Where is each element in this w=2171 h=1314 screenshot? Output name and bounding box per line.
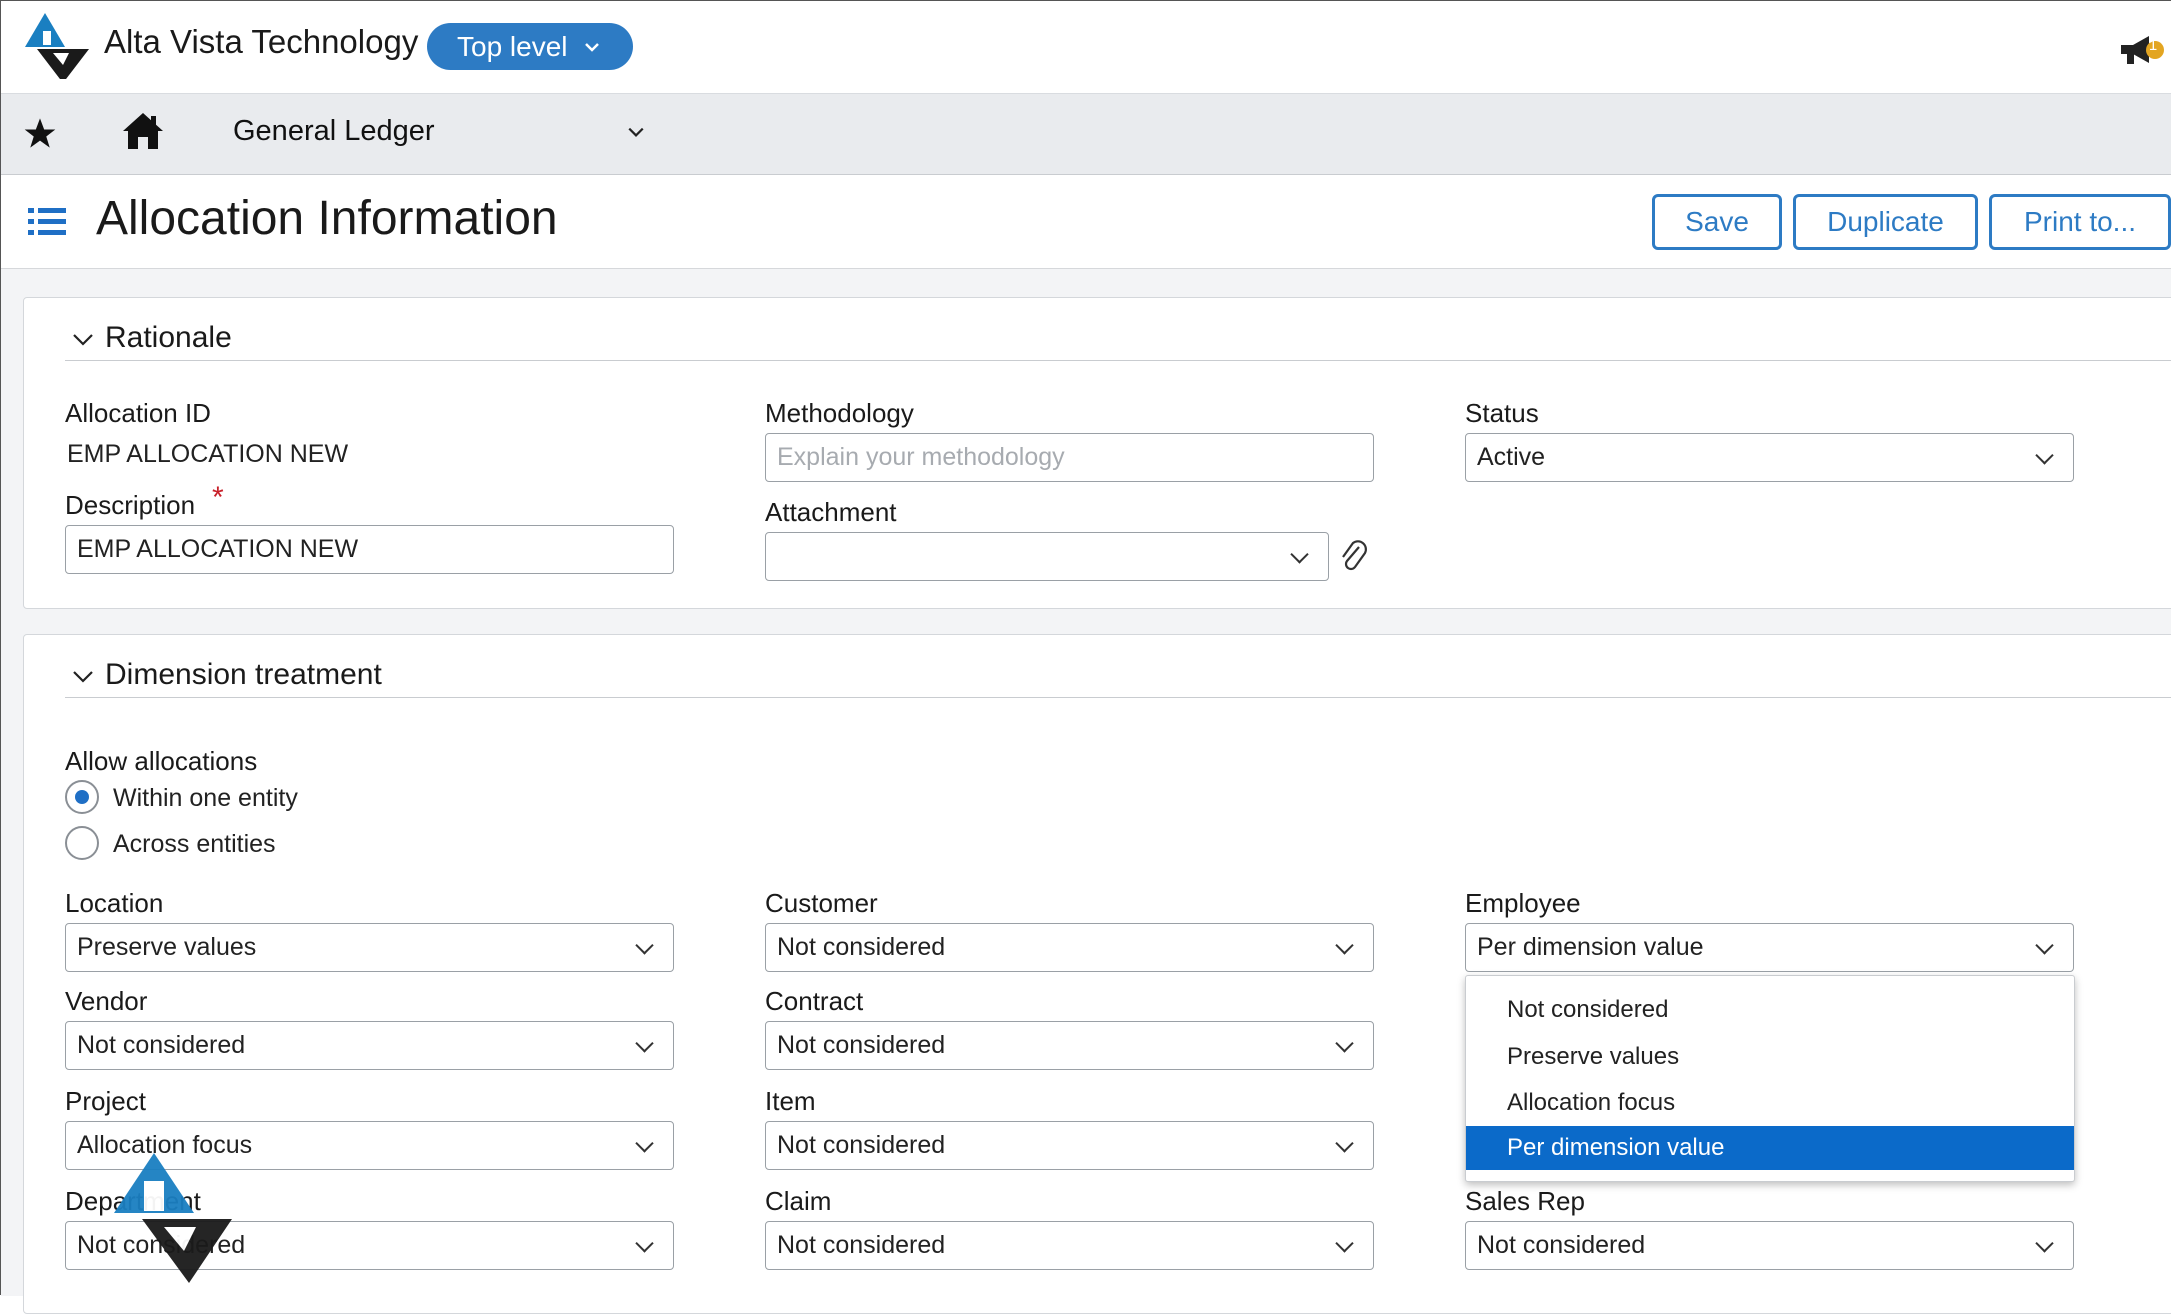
paperclip-icon[interactable] bbox=[1339, 539, 1369, 575]
radio-within-entity-label: Within one entity bbox=[113, 784, 298, 812]
radio-across-entities[interactable] bbox=[65, 826, 99, 860]
location-value: Preserve values bbox=[77, 933, 257, 961]
chevron-down-icon bbox=[584, 42, 599, 52]
list-menu-icon[interactable] bbox=[28, 206, 66, 238]
customer-value: Not considered bbox=[777, 933, 946, 961]
methodology-placeholder: Explain your methodology bbox=[777, 443, 1065, 471]
company-name[interactable]: Alta Vista Technology bbox=[104, 23, 418, 61]
customer-select[interactable]: Not considered bbox=[765, 923, 1374, 972]
status-value: Active bbox=[1477, 443, 1546, 471]
dropdown-option-not-considered[interactable]: Not considered bbox=[1466, 988, 2074, 1032]
item-select[interactable]: Not considered bbox=[765, 1121, 1374, 1170]
duplicate-button[interactable]: Duplicate bbox=[1793, 194, 1978, 250]
employee-dropdown-menu: Not considered Preserve values Allocatio… bbox=[1465, 975, 2075, 1182]
dimension-panel bbox=[23, 634, 2171, 1314]
dimension-title: Dimension treatment bbox=[105, 658, 382, 691]
chevron-down-icon bbox=[1290, 544, 1309, 564]
employee-select[interactable]: Per dimension value bbox=[1465, 923, 2074, 972]
vendor-value: Not considered bbox=[77, 1031, 246, 1059]
sales-rep-label: Sales Rep bbox=[1465, 1186, 1585, 1216]
item-value: Not considered bbox=[777, 1131, 946, 1159]
dimension-divider bbox=[65, 697, 2171, 698]
claim-label: Claim bbox=[765, 1186, 832, 1216]
chevron-down-icon bbox=[2035, 445, 2054, 465]
module-chevron-down-icon[interactable] bbox=[627, 125, 645, 139]
chevron-down-icon bbox=[1335, 935, 1354, 955]
description-label: Description bbox=[65, 490, 196, 520]
status-label: Status bbox=[1465, 398, 1539, 428]
chevron-down-icon bbox=[635, 1133, 654, 1153]
chevron-down-icon bbox=[635, 1033, 654, 1053]
attachment-select[interactable] bbox=[765, 532, 1329, 581]
location-label: Location bbox=[65, 888, 164, 918]
allocation-id-label: Allocation ID bbox=[65, 398, 211, 428]
employee-label: Employee bbox=[1465, 888, 1581, 918]
customer-label: Customer bbox=[765, 888, 878, 918]
dropdown-option-allocation-focus[interactable]: Allocation focus bbox=[1466, 1081, 2074, 1125]
required-marker: * bbox=[212, 481, 224, 514]
level-selector-button[interactable]: Top level bbox=[427, 23, 633, 70]
chevron-down-icon bbox=[1335, 1133, 1354, 1153]
contract-select[interactable]: Not considered bbox=[765, 1021, 1374, 1070]
sales-rep-select[interactable]: Not considered bbox=[1465, 1221, 2074, 1270]
project-label: Project bbox=[65, 1086, 146, 1116]
item-label: Item bbox=[765, 1086, 816, 1116]
allow-allocations-label: Allow allocations bbox=[65, 746, 258, 776]
page-title: Allocation Information bbox=[96, 192, 558, 245]
star-icon[interactable] bbox=[23, 117, 57, 149]
contract-value: Not considered bbox=[777, 1031, 946, 1059]
methodology-input[interactable]: Explain your methodology bbox=[765, 433, 1374, 482]
level-selector-label: Top level bbox=[457, 30, 568, 62]
employee-value: Per dimension value bbox=[1477, 933, 1704, 961]
vendor-label: Vendor bbox=[65, 986, 148, 1016]
contract-label: Contract bbox=[765, 986, 864, 1016]
save-button[interactable]: Save bbox=[1652, 194, 1782, 250]
chevron-down-icon bbox=[635, 1233, 654, 1253]
attachment-label: Attachment bbox=[765, 497, 897, 527]
status-select[interactable]: Active bbox=[1465, 433, 2074, 482]
logo-watermark-icon bbox=[114, 1153, 232, 1283]
description-input[interactable]: EMP ALLOCATION NEW bbox=[65, 525, 674, 574]
chevron-down-icon bbox=[2035, 935, 2054, 955]
methodology-label: Methodology bbox=[765, 398, 914, 428]
notification-count: 1 bbox=[2148, 37, 2158, 54]
sales-rep-value: Not considered bbox=[1477, 1231, 1646, 1259]
dimension-collapse-chevron-icon[interactable] bbox=[71, 669, 95, 685]
home-icon[interactable] bbox=[121, 111, 165, 151]
company-logo-icon bbox=[25, 13, 89, 79]
dropdown-option-preserve-values[interactable]: Preserve values bbox=[1466, 1035, 2074, 1079]
claim-value: Not considered bbox=[777, 1231, 946, 1259]
location-select[interactable]: Preserve values bbox=[65, 923, 674, 972]
print-button[interactable]: Print to... bbox=[1989, 194, 2171, 250]
allocation-id-value: EMP ALLOCATION NEW bbox=[67, 440, 349, 468]
chevron-down-icon bbox=[2035, 1233, 2054, 1253]
chevron-down-icon bbox=[635, 935, 654, 955]
vendor-select[interactable]: Not considered bbox=[65, 1021, 674, 1070]
module-name[interactable]: General Ledger bbox=[233, 115, 435, 148]
description-input-value: EMP ALLOCATION NEW bbox=[77, 535, 359, 563]
radio-within-entity[interactable] bbox=[65, 780, 99, 814]
claim-select[interactable]: Not considered bbox=[765, 1221, 1374, 1270]
rationale-title: Rationale bbox=[105, 321, 232, 354]
rationale-collapse-chevron-icon[interactable] bbox=[71, 332, 95, 348]
radio-across-entities-label: Across entities bbox=[113, 830, 276, 858]
chevron-down-icon bbox=[1335, 1033, 1354, 1053]
rationale-divider bbox=[65, 360, 2171, 361]
chevron-down-icon bbox=[1335, 1233, 1354, 1253]
dropdown-option-per-dimension-value[interactable]: Per dimension value bbox=[1466, 1126, 2074, 1170]
